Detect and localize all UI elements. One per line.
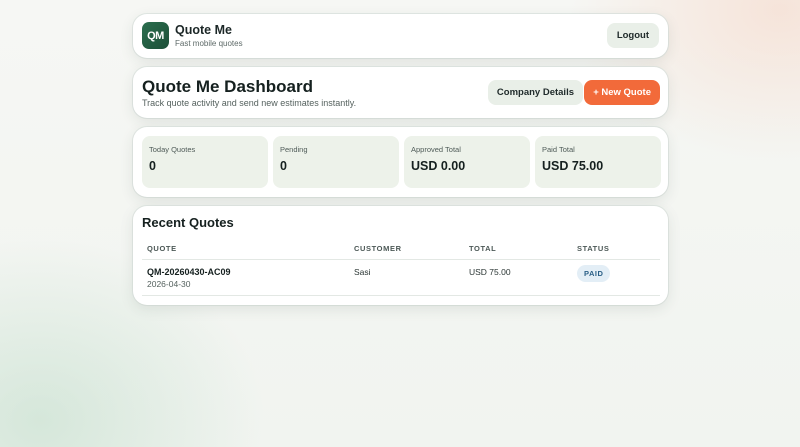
page-title: Quote Me Dashboard [142, 77, 313, 96]
status-badge: PAID [577, 265, 611, 282]
stat-value: USD 0.00 [411, 159, 466, 173]
recent-quotes-title: Recent Quotes [142, 215, 234, 230]
stat-paid-total: Paid Total USD 75.00 [535, 136, 661, 188]
column-header-status: STATUS [577, 244, 610, 253]
app-header: QM Quote Me Fast mobile quotes Logout [133, 14, 668, 58]
column-header-total: TOTAL [469, 244, 497, 253]
stat-label: Pending [280, 145, 308, 154]
stat-label: Today Quotes [149, 145, 196, 154]
quote-id[interactable]: QM-20260430-AC09 [147, 267, 231, 277]
table-row-divider [142, 295, 660, 296]
stat-label: Approved Total [411, 145, 461, 154]
column-header-quote: QUOTE [147, 244, 177, 253]
table-header-divider [142, 259, 660, 260]
company-details-button[interactable]: Company Details [487, 80, 583, 105]
stats-panel: Today Quotes 0 Pending 0 Approved Total … [133, 127, 668, 197]
column-header-customer: CUSTOMER [354, 244, 402, 253]
recent-quotes-panel: Recent Quotes QUOTE CUSTOMER TOTAL STATU… [133, 206, 668, 305]
app-logo: QM [142, 22, 169, 49]
stat-value: USD 75.00 [542, 159, 604, 173]
stat-value: 0 [280, 159, 287, 173]
dashboard-header: Quote Me Dashboard Track quote activity … [133, 67, 668, 118]
stat-label: Paid Total [542, 145, 575, 154]
stat-value: 0 [149, 159, 156, 173]
quote-customer: Sasi [354, 267, 371, 277]
new-quote-button[interactable]: + New Quote [584, 80, 660, 105]
app-tagline: Fast mobile quotes [175, 39, 243, 48]
page-subtitle: Track quote activity and send new estima… [142, 98, 357, 108]
quote-date: 2026-04-30 [147, 279, 191, 289]
stat-approved-total: Approved Total USD 0.00 [404, 136, 530, 188]
stat-today-quotes: Today Quotes 0 [142, 136, 268, 188]
logout-button[interactable]: Logout [606, 23, 659, 48]
stat-pending: Pending 0 [273, 136, 399, 188]
quote-total: USD 75.00 [469, 267, 511, 277]
app-name: Quote Me [175, 23, 232, 37]
